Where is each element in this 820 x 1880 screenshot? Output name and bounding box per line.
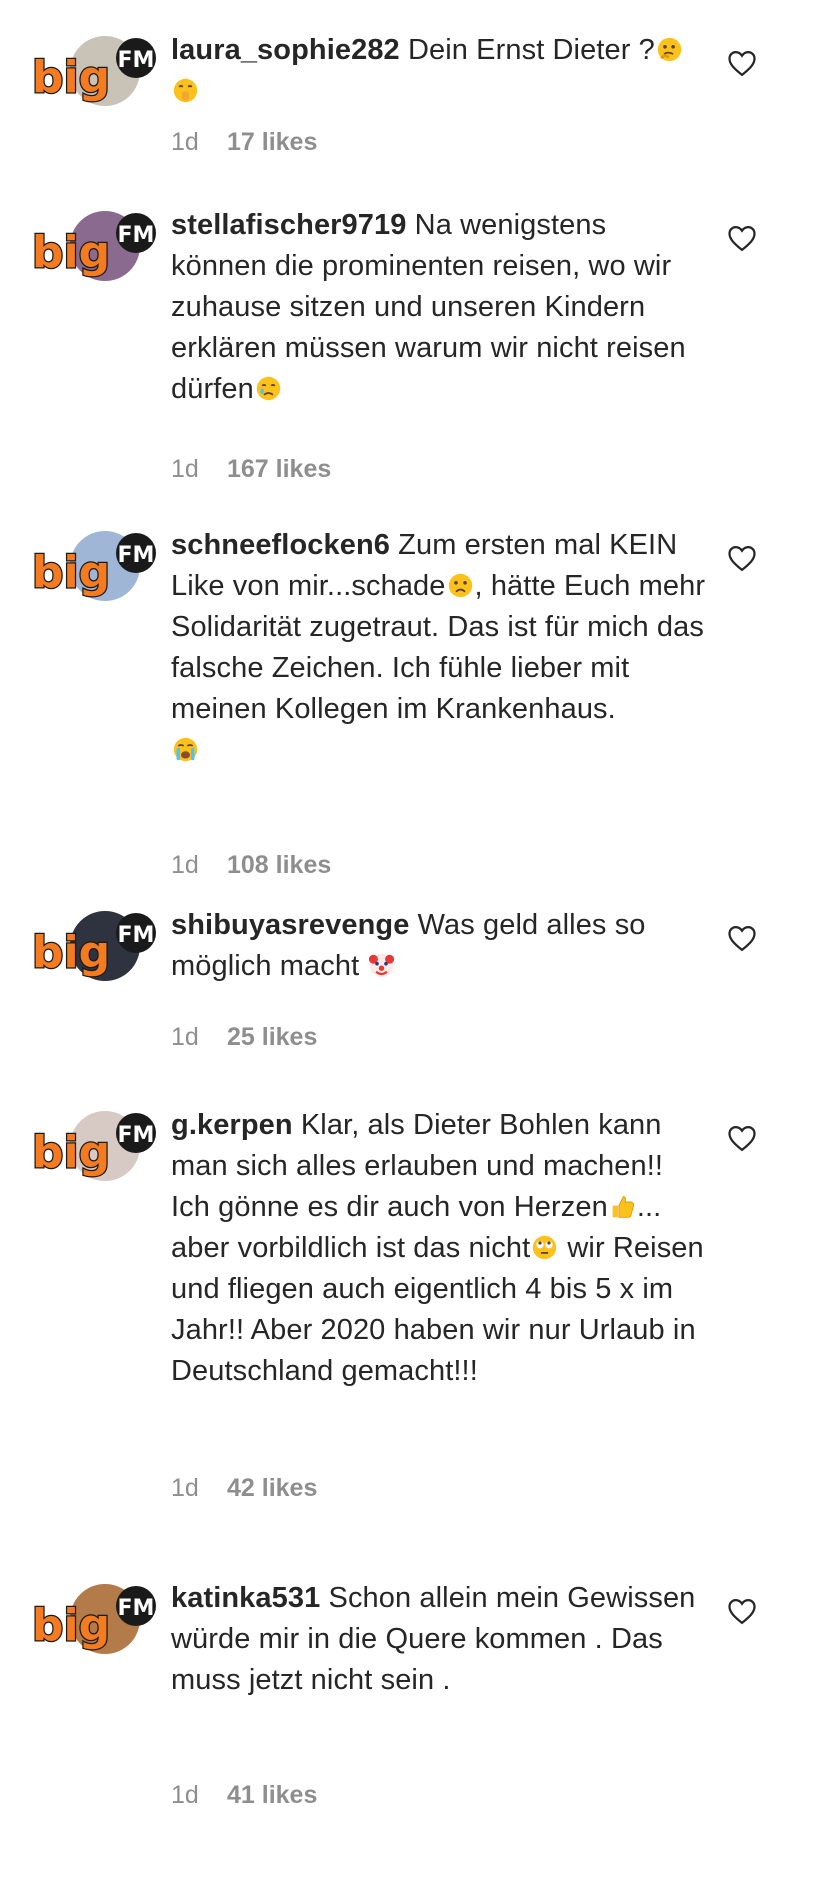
comment-username[interactable]: schneeflocken6 — [171, 529, 390, 561]
like-heart-icon[interactable] — [727, 1597, 757, 1625]
svg-text:FM: FM — [118, 1123, 155, 1148]
avatar[interactable]: big FM — [30, 1578, 156, 1662]
comment-text: schneeflocken6 Zum ersten mal KEIN Like … — [171, 525, 706, 771]
comment-likes[interactable]: 41 likes — [227, 1781, 317, 1809]
like-heart-icon[interactable] — [727, 224, 757, 252]
bigfm-logo-icon: big FM — [31, 913, 156, 979]
clown-face-icon — [369, 953, 395, 978]
comment-meta: 1d 42 likes — [171, 1474, 317, 1503]
thumbs-up-icon — [612, 1196, 634, 1218]
svg-text:FM: FM — [118, 48, 155, 73]
comment-likes[interactable]: 108 likes — [227, 851, 331, 879]
bigfm-logo-icon: big FM — [31, 38, 156, 104]
comment-body: Dein Ernst Dieter ? — [407, 34, 655, 66]
bigfm-logo-icon: big FM — [31, 1113, 156, 1179]
crying-face-icon — [256, 376, 281, 401]
comment-text: shibuyasrevenge Was geld alles so möglic… — [171, 905, 706, 987]
comment-time: 1d — [171, 1474, 199, 1502]
comment-likes[interactable]: 42 likes — [227, 1474, 317, 1502]
bigfm-logo-icon: big FM — [31, 213, 156, 279]
shushing-face-icon — [173, 78, 198, 103]
avatar[interactable]: big FM — [30, 205, 156, 289]
comment-text: stellafischer9719 Na wenigstens können d… — [171, 205, 706, 410]
comment-meta: 1d 17 likes — [171, 128, 317, 157]
comment-text: katinka531 Schon allein mein Gewissen wü… — [171, 1578, 706, 1701]
avatar[interactable]: big FM — [30, 1105, 156, 1189]
comment-likes[interactable]: 167 likes — [227, 455, 331, 483]
comment-time: 1d — [171, 128, 199, 156]
comment-username[interactable]: katinka531 — [171, 1582, 320, 1614]
bigfm-logo-icon: big FM — [31, 1586, 156, 1652]
comment-username[interactable]: shibuyasrevenge — [171, 909, 409, 941]
svg-text:big: big — [32, 52, 110, 103]
svg-text:big: big — [32, 547, 110, 598]
svg-text:FM: FM — [118, 223, 155, 248]
comment-time: 1d — [171, 1781, 199, 1809]
comment-username[interactable]: stellafischer9719 — [171, 209, 406, 241]
comment-username[interactable]: g.kerpen — [171, 1109, 293, 1141]
comment-username[interactable]: laura_sophie282 — [171, 34, 400, 66]
svg-text:FM: FM — [118, 543, 155, 568]
comment-text: laura_sophie282 Dein Ernst Dieter ? — [171, 30, 706, 112]
comment-meta: 1d 108 likes — [171, 851, 331, 880]
comment-meta: 1d 41 likes — [171, 1781, 317, 1810]
thinking-face-icon — [657, 37, 682, 62]
like-heart-icon[interactable] — [727, 924, 757, 952]
loudly-crying-face-icon — [173, 737, 198, 762]
like-heart-icon[interactable] — [727, 49, 757, 77]
comment-likes[interactable]: 17 likes — [227, 128, 317, 156]
svg-text:FM: FM — [118, 1596, 155, 1621]
comment-meta: 1d 25 likes — [171, 1023, 317, 1052]
svg-text:big: big — [32, 1127, 110, 1178]
like-heart-icon[interactable] — [727, 544, 757, 572]
comment-time: 1d — [171, 455, 199, 483]
avatar[interactable]: big FM — [30, 30, 156, 114]
like-heart-icon[interactable] — [727, 1124, 757, 1152]
rolling-eyes-face-icon — [533, 1235, 557, 1260]
comment-text: g.kerpen Klar, als Dieter Bohlen kann ma… — [171, 1105, 706, 1392]
comment-time: 1d — [171, 1023, 199, 1051]
sad-face-icon — [448, 573, 472, 598]
svg-text:big: big — [32, 227, 110, 278]
comment-likes[interactable]: 25 likes — [227, 1023, 317, 1051]
comment-time: 1d — [171, 851, 199, 879]
svg-text:big: big — [32, 927, 110, 978]
bigfm-logo-icon: big FM — [31, 533, 156, 599]
comment-meta: 1d 167 likes — [171, 455, 331, 484]
avatar[interactable]: big FM — [30, 525, 156, 609]
svg-text:FM: FM — [118, 923, 155, 948]
avatar[interactable]: big FM — [30, 905, 156, 989]
svg-text:big: big — [32, 1600, 110, 1651]
